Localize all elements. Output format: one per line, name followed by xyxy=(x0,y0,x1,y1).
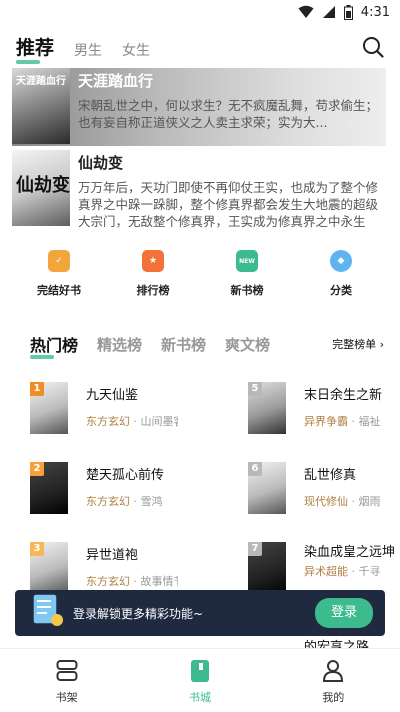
cover-title: 天涯踏血行 xyxy=(16,76,66,87)
full-list-label: 完整榜单 xyxy=(332,338,377,351)
book-cover: 1 xyxy=(30,382,68,434)
book-author: 福祉 xyxy=(358,415,381,428)
book-cover: 5 xyxy=(248,382,286,434)
rank-book[interactable]: 5 末日余生之新 异界争霸 · 福祉 xyxy=(248,382,400,434)
wifi-icon xyxy=(298,5,314,18)
trophy-icon: ★ xyxy=(142,250,164,272)
bookshelf-icon xyxy=(56,660,78,681)
menu-new-books[interactable]: NEW 新书榜 xyxy=(207,250,287,298)
menu-label: 完结好书 xyxy=(37,284,81,297)
rank-tab-hot[interactable]: 热门榜 xyxy=(30,332,78,359)
rank-badge: 2 xyxy=(30,462,44,476)
book-cover: 7 xyxy=(248,542,286,594)
book-meta: 现代修仙 · 烟雨 xyxy=(304,495,381,508)
user-icon xyxy=(323,660,344,682)
rank-badge: 1 xyxy=(30,382,44,396)
status-time: 4:31 xyxy=(360,4,390,20)
book-author: 山间墨客 xyxy=(140,415,179,428)
book-check-icon: ✓ xyxy=(48,250,70,272)
book-desc: 万万年后，天功门即使不再仰仗王实，也成为了整个修真界之中跺一跺脚，整个修真界都会… xyxy=(78,180,378,229)
quick-menu: ✓ 完结好书 ★ 排行榜 NEW 新书榜 ◆ 分类 xyxy=(0,250,400,298)
menu-completed-books[interactable]: ✓ 完结好书 xyxy=(19,250,99,298)
rank-book[interactable]: 1 九天仙鉴 东方玄幻 · 山间墨客 xyxy=(30,382,178,434)
rank-badge: 6 xyxy=(248,462,262,476)
book-category: 异术超能 xyxy=(304,565,348,578)
login-button[interactable]: 登录 xyxy=(315,598,373,628)
rank-tab-selected[interactable]: 精选榜 xyxy=(97,334,142,355)
full-list-link[interactable]: 完整榜单 › xyxy=(332,336,384,352)
rank-tab-cool[interactable]: 爽文榜 xyxy=(225,334,270,355)
book-title: 九天仙鉴 xyxy=(86,388,139,403)
signal-icon xyxy=(322,6,335,18)
book-title: 异世道袍 xyxy=(86,548,139,563)
book-category: 东方玄幻 xyxy=(86,575,130,588)
menu-label: 排行榜 xyxy=(136,284,170,297)
book-title: 天涯踏血行 xyxy=(78,72,154,90)
chevron-right-icon: › xyxy=(379,338,384,351)
tab-recommend[interactable]: 推荐 xyxy=(16,33,54,66)
rank-tab-new[interactable]: 新书榜 xyxy=(161,334,206,355)
category-icon: ◆ xyxy=(330,250,352,272)
book-meta: 东方玄幻 · 雪鸿 xyxy=(86,495,163,508)
rank-book[interactable]: 2 楚天孤心前传 东方玄幻 · 雪鸿 xyxy=(30,462,178,514)
top-tabs: 推荐 男生 女生 xyxy=(0,30,400,66)
featured-book[interactable]: 仙劫变 仙劫变 万万年后，天功门即使不再仰仗王实，也成为了整个修真界之中跺一跺脚… xyxy=(12,150,386,229)
menu-label: 新书榜 xyxy=(230,284,264,297)
book-meta: 异界争霸 · 福祉 xyxy=(304,415,381,428)
book-category: 现代修仙 xyxy=(304,495,348,508)
tab-male[interactable]: 男生 xyxy=(74,40,102,66)
login-banner: 登录解锁更多精彩功能~ 登录 xyxy=(15,590,385,636)
book-cover: 仙劫变 xyxy=(12,150,70,226)
status-bar: 4:31 xyxy=(0,0,400,24)
book-title: 仙劫变 xyxy=(78,154,124,172)
book-title: 末日余生之新 xyxy=(304,388,383,403)
search-icon[interactable] xyxy=(362,36,384,58)
nav-label: 书架 xyxy=(55,691,78,704)
nav-bookshelf[interactable]: 书架 xyxy=(0,649,133,712)
book-title: 乱世修真 xyxy=(304,468,357,483)
rank-badge: 7 xyxy=(248,542,262,556)
nav-label: 书城 xyxy=(188,691,211,704)
rank-badge: 3 xyxy=(30,542,44,556)
battery-icon xyxy=(343,4,353,20)
nav-label: 我的 xyxy=(322,691,345,704)
bookstore-icon xyxy=(190,660,209,682)
nav-me[interactable]: 我的 xyxy=(267,649,400,712)
book-category: 东方玄幻 xyxy=(86,495,130,508)
book-meta: 东方玄幻 · 故事情节 xyxy=(86,573,178,589)
book-cover: 天涯踏血行 xyxy=(12,68,70,144)
login-prompt: 登录解锁更多精彩功能~ xyxy=(73,606,204,621)
cover-title: 仙劫变 xyxy=(16,175,70,196)
book-title: 楚天孤心前传 xyxy=(86,468,165,483)
menu-category[interactable]: ◆ 分类 xyxy=(301,250,381,298)
book-author: 烟雨 xyxy=(358,495,381,508)
rank-badge: 5 xyxy=(248,382,262,396)
rank-book[interactable]: 7 染血成皇之远坤 异术超能 · 千寻 xyxy=(248,542,400,594)
rank-book[interactable]: 6 乱世修真 现代修仙 · 烟雨 xyxy=(248,462,400,514)
menu-label: 分类 xyxy=(330,284,352,297)
new-icon: NEW xyxy=(236,250,258,272)
book-desc: 宋朝乱世之中，何以求生？无不疯魔乱舞，苟求偷生；也有妄自称正道侠义之人卖主求荣；… xyxy=(78,98,378,130)
featured-book[interactable]: 天涯踏血行 天涯踏血行 宋朝乱世之中，何以求生？无不疯魔乱舞，苟求偷生；也有妄自… xyxy=(12,68,386,146)
book-category: 异界争霸 xyxy=(304,415,348,428)
bottom-nav: 书架 书城 我的 xyxy=(0,648,400,712)
book-cover: 2 xyxy=(30,462,68,514)
book-author: 雪鸿 xyxy=(140,495,163,508)
book-category: 东方玄幻 xyxy=(86,415,130,428)
book-author: 千寻 xyxy=(358,565,381,578)
book-meta: 东方玄幻 · 山间墨客 xyxy=(86,413,178,429)
menu-rankings[interactable]: ★ 排行榜 xyxy=(113,250,193,298)
book-title: 染血成皇之远坤 xyxy=(304,545,396,560)
gift-book-icon xyxy=(32,593,63,626)
nav-bookstore[interactable]: 书城 xyxy=(133,649,266,712)
book-author: 故事情节 xyxy=(140,575,179,588)
book-cover: 6 xyxy=(248,462,286,514)
tab-female[interactable]: 女生 xyxy=(122,40,150,66)
book-meta: 异术超能 · 千寻 xyxy=(304,565,381,578)
